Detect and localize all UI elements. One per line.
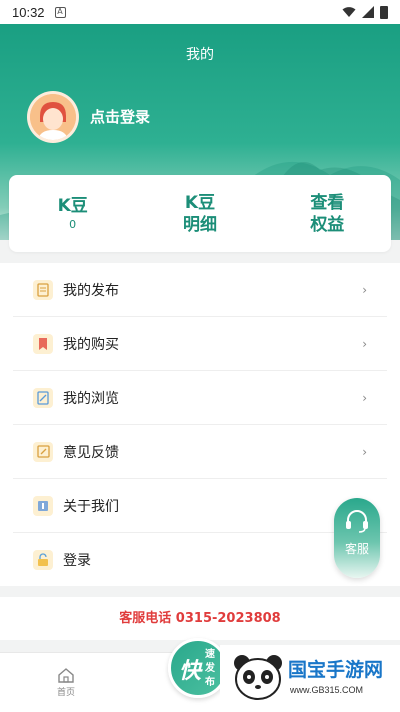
- notification-icon: A: [54, 6, 66, 18]
- view-benefits[interactable]: 查看 权益: [264, 175, 391, 252]
- chevron-right-icon: ›: [362, 282, 367, 297]
- kdou-detail-line1: K豆: [184, 192, 216, 213]
- customer-service-label: 客服: [344, 542, 369, 556]
- panda-logo-icon: [234, 655, 282, 700]
- menu-item-label: 我的浏览: [63, 390, 119, 407]
- page-title: 我的: [186, 47, 214, 63]
- avatar-illustration: [30, 94, 76, 140]
- kdou-label: K豆: [57, 195, 88, 216]
- signal-icon: [362, 6, 374, 18]
- stats-card: K豆 0 K豆 明细 查看 权益: [9, 175, 391, 252]
- menu-item-feedback[interactable]: 意见反馈 ›: [13, 425, 387, 479]
- status-bar: 10:32 A: [0, 0, 400, 24]
- menu-item-my-posts[interactable]: 我的发布 ›: [13, 263, 387, 317]
- tab-home[interactable]: 首页: [46, 667, 86, 698]
- battery-icon: [380, 5, 388, 19]
- lock-icon: [33, 550, 53, 570]
- watermark-url: www.GB315.COM: [290, 685, 364, 695]
- menu-item-my-history[interactable]: 我的浏览 ›: [13, 371, 387, 425]
- status-time: 10:32: [12, 4, 45, 20]
- bookmark-icon: [33, 333, 53, 354]
- quick-publish-button[interactable]: 快 速 发 布: [168, 638, 228, 698]
- service-phone[interactable]: 客服电话 0315-2023808: [0, 597, 400, 640]
- kdou-detail[interactable]: K豆 明细: [136, 175, 263, 252]
- menu-item-about-us[interactable]: 关于我们: [13, 479, 387, 533]
- menu-item-label: 意见反馈: [63, 444, 119, 461]
- kdou-balance[interactable]: K豆 0: [9, 175, 136, 252]
- feedback-icon: [33, 441, 53, 462]
- menu-item-login[interactable]: 登录: [13, 533, 387, 587]
- customer-service-button[interactable]: 客服: [334, 498, 380, 578]
- menu-item-my-purchases[interactable]: 我的购买 ›: [13, 317, 387, 371]
- benefits-line1: 查看: [310, 192, 345, 213]
- login-link[interactable]: 点击登录: [90, 106, 150, 127]
- chevron-right-icon: ›: [362, 444, 367, 459]
- chevron-right-icon: ›: [362, 336, 367, 351]
- publish-big-char: 快: [179, 659, 202, 684]
- headset-icon: [346, 510, 368, 533]
- kdou-value: 0: [69, 217, 77, 231]
- tab-home-label: 首页: [56, 688, 75, 698]
- avatar[interactable]: [27, 91, 79, 143]
- publish-char-1: 速: [205, 649, 215, 660]
- home-icon: [58, 668, 74, 683]
- menu-item-label: 我的发布: [63, 282, 119, 299]
- edit-doc-icon: [33, 387, 53, 408]
- document-icon: [33, 279, 53, 300]
- status-icons: [342, 5, 388, 19]
- publish-char-2: 发: [205, 663, 215, 674]
- watermark: 国宝手游网 www.GB315.COM: [220, 645, 400, 712]
- kdou-detail-line2: 明细: [182, 214, 217, 235]
- menu-item-label: 登录: [63, 553, 91, 569]
- menu-item-label: 我的购买: [63, 336, 119, 353]
- benefits-line2: 权益: [310, 214, 345, 235]
- wifi-icon: [342, 7, 356, 17]
- menu-item-label: 关于我们: [63, 498, 119, 515]
- chevron-right-icon: ›: [362, 390, 367, 405]
- publish-char-3: 布: [205, 677, 215, 688]
- info-icon: [33, 495, 53, 516]
- watermark-title: 国宝手游网: [288, 659, 384, 681]
